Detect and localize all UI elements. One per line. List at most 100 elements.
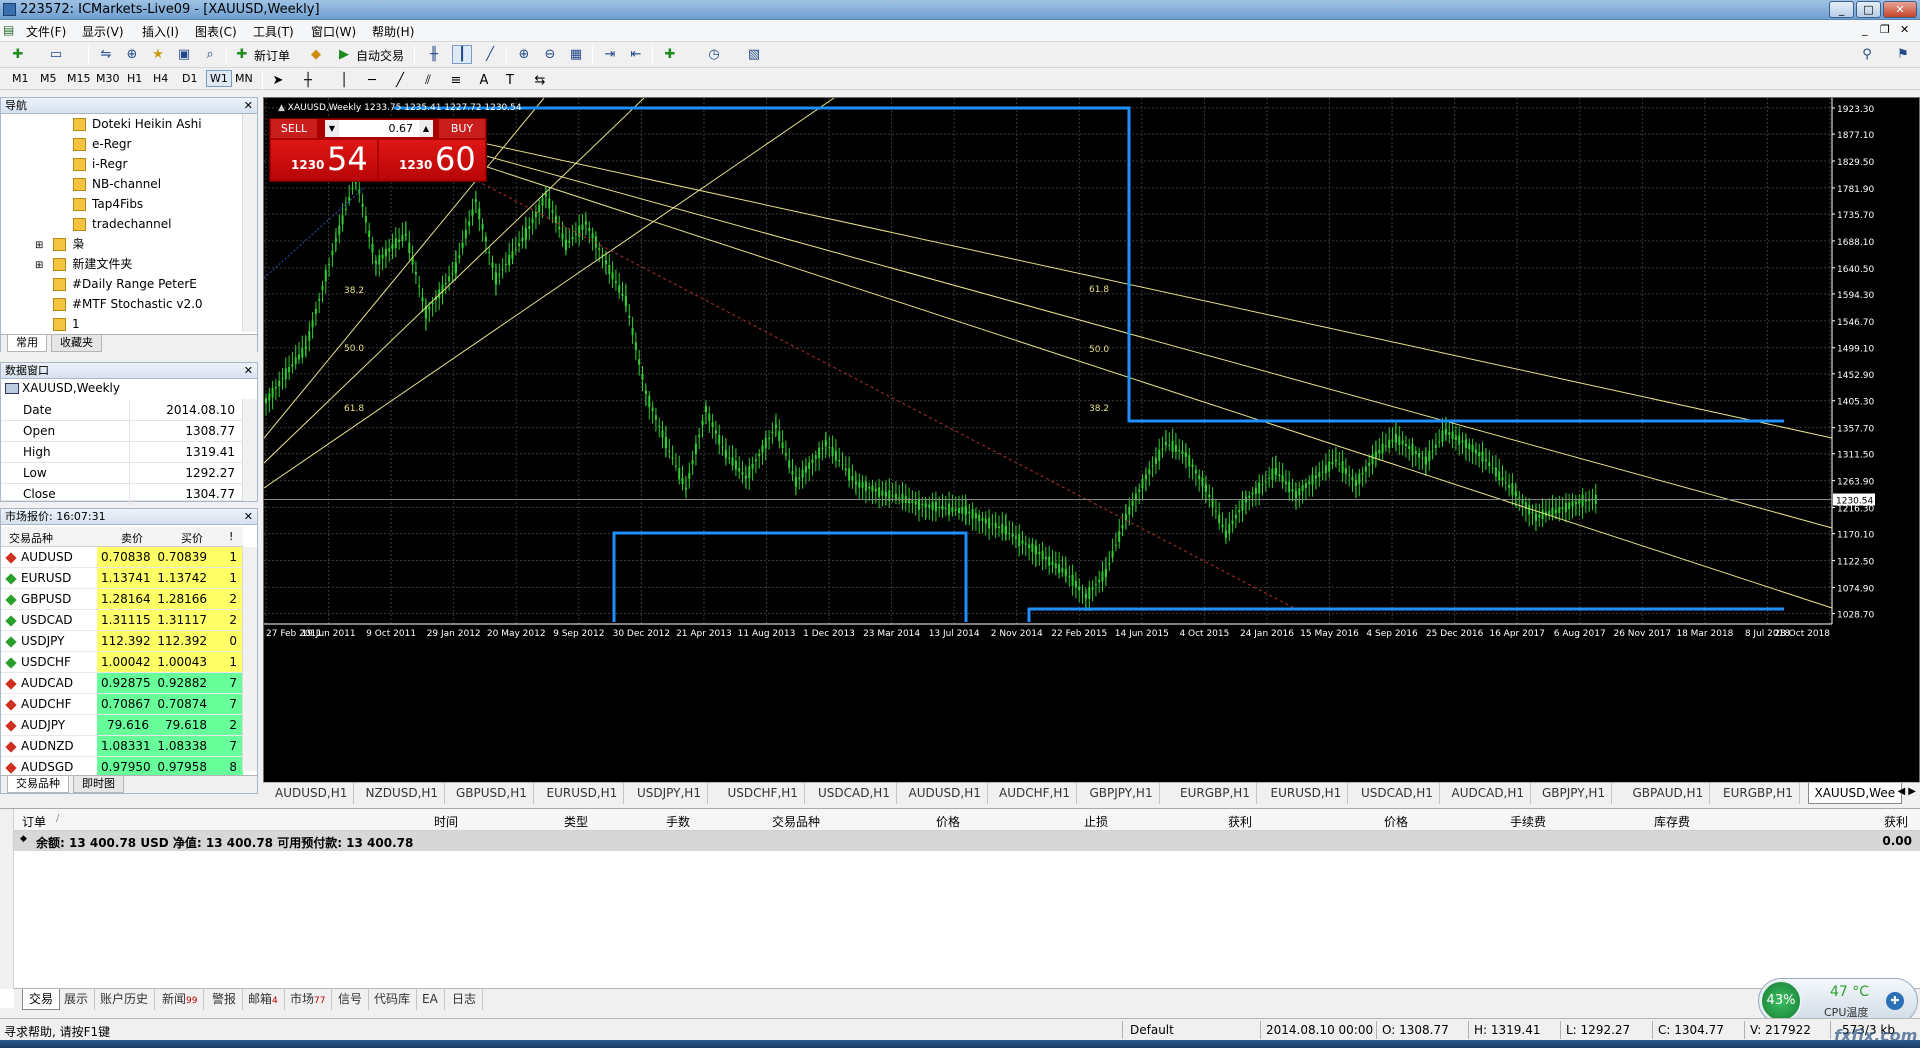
candlestick-icon[interactable]: ┃ [452,45,472,64]
chart-tab[interactable]: NZDUSD,H1 [360,783,446,804]
tf-m30[interactable]: M30 [96,72,120,85]
tab-tick-chart[interactable]: 即时图 [73,776,124,793]
new-order-icon[interactable]: ✚ [232,45,252,64]
terminal-column-header[interactable]: 库存费 [1654,813,1690,830]
nav-item[interactable]: NB-channel [73,175,161,193]
chart-tab[interactable]: GBPJPY,H1 [1536,783,1613,804]
expand-icon[interactable]: ⊞ [35,240,43,251]
sell-button[interactable]: SELL [271,119,317,138]
tile-windows-icon[interactable]: ▦ [566,45,586,64]
market-watch-row[interactable]: USDCAD 1.31115 1.31117 2 [1,610,243,631]
tf-m5[interactable]: M5 [40,72,57,85]
chart-tab[interactable]: EURUSD,H1 [541,783,625,804]
line-chart-icon[interactable]: ╱ [480,45,500,64]
market-watch-row[interactable]: USDJPY 112.392 112.392 0 [1,631,243,652]
auto-scroll-icon[interactable]: ⇥ [600,45,620,64]
terminal-icon[interactable]: ▣ [174,45,194,64]
profiles-icon[interactable]: ▭ [46,45,66,64]
market-watch-icon[interactable]: ⇋ [96,45,116,64]
equidistant-channel-icon[interactable]: ⫽ [418,71,438,90]
terminal-tab[interactable]: 警报 [206,989,244,1010]
navigator-scrollbar[interactable] [242,114,257,332]
chart-tab[interactable]: AUDCAD,H1 [1446,783,1532,804]
chart-tab[interactable]: EURGBP,H1 [1717,783,1800,804]
text-label-icon[interactable]: T [500,71,520,90]
tf-h4[interactable]: H4 [153,72,168,85]
navigator-close-icon[interactable]: ✕ [244,98,253,113]
auto-trading-button[interactable]: 自动交易 [356,47,404,64]
menu-tools[interactable]: 工具(T) [253,23,294,40]
terminal-tab[interactable]: 新闻99 [156,989,205,1010]
new-order-button[interactable]: 新订单 [254,47,290,64]
mdi-minimize-button[interactable]: _ [1862,23,1868,36]
strategy-tester-icon[interactable]: ⌕ [200,45,220,64]
sell-price-button[interactable]: 1230 54 [271,140,377,180]
col-symbol[interactable]: 交易品种 [9,530,53,546]
bar-chart-icon[interactable]: ╫ [424,45,444,64]
chart-tab[interactable]: GBPAUD,H1 [1627,783,1711,804]
terminal-column-header[interactable]: 获利 [1228,813,1252,830]
tab-favorites[interactable]: 收藏夹 [51,335,102,352]
terminal-column-header[interactable]: 获利 [1884,813,1908,830]
chart-shift-icon[interactable]: ⇤ [626,45,646,64]
lot-size-input[interactable]: 0.67 [339,120,419,137]
chart-tab[interactable]: USDCAD,H1 [812,783,897,804]
market-watch-close-icon[interactable]: ✕ [244,509,253,524]
settings-icon[interactable]: ✚ [1886,992,1904,1010]
market-watch-scrollbar[interactable] [242,547,257,771]
menu-help[interactable]: 帮助(H) [372,23,414,40]
nav-item[interactable]: i-Regr [73,155,127,173]
search-icon[interactable]: ⚲ [1857,45,1877,64]
data-window-scrollbar[interactable] [242,399,257,501]
terminal-column-header[interactable]: 价格 [1384,813,1408,830]
chart-tab[interactable]: GBPJPY,H1 [1084,783,1160,804]
nav-folder[interactable]: ⊞ 新建文件夹 [35,255,132,273]
terminal-column-header[interactable]: 订单 [22,813,46,830]
chart-tab[interactable]: AUDUSD,H1 [903,783,988,804]
menu-file[interactable]: 文件(F) [26,23,66,40]
fibonacci-icon[interactable]: ≡ [446,71,466,90]
market-watch-row[interactable]: AUDJPY 79.616 79.618 2 [1,715,243,736]
chart-tab[interactable]: XAUUSD,Wee [1807,783,1903,804]
tab-symbols[interactable]: 交易品种 [7,776,69,793]
mdi-restore-button[interactable]: ❐ [1880,23,1890,36]
cursor-icon[interactable]: ➤ [268,71,288,90]
terminal-column-header[interactable]: 交易品种 [772,813,820,830]
terminal-tab[interactable]: EA [416,989,445,1010]
tf-m15[interactable]: M15 [67,72,91,85]
nav-item[interactable]: Tap4Fibs [73,195,143,213]
zoom-out-icon[interactable]: ⊖ [540,45,560,64]
tf-w1[interactable]: W1 [206,70,232,87]
terminal-tab[interactable]: 市场77 [284,989,333,1010]
metaeditor-icon[interactable]: ◆ [306,45,326,64]
terminal-column-header[interactable]: 时间 [434,813,458,830]
menu-view[interactable]: 显示(V) [82,23,124,40]
maximize-button[interactable]: □ [1856,1,1881,18]
indicators-icon[interactable]: ✚ [660,45,680,64]
terminal-column-header[interactable]: / [56,813,59,824]
col-bid[interactable]: 卖价 [121,530,143,546]
market-watch-row[interactable]: AUDCHF 0.70867 0.70874 7 [1,694,243,715]
price-chart[interactable]: 1923.30 1877.10 1829.50 1781.90 1735.70 1688.… [264,98,1919,784]
auto-trading-icon[interactable]: ▶ [334,45,354,64]
expand-icon[interactable]: ⊞ [35,260,43,271]
market-watch-row[interactable]: AUDNZD 1.08331 1.08338 7 [1,736,243,757]
templates-icon[interactable]: ▧ [744,45,764,64]
market-watch-row[interactable]: EURUSD 1.13741 1.13742 1 [1,568,243,589]
periods-clock-icon[interactable]: ◷ [704,45,724,64]
data-window-icon[interactable]: ★ [148,45,168,64]
menu-charts[interactable]: 图表(C) [195,23,237,40]
terminal-column-header[interactable]: 类型 [564,813,588,830]
data-window-close-icon[interactable]: ✕ [244,363,253,378]
nav-item[interactable]: tradechannel [73,215,171,233]
market-watch-row[interactable]: GBPUSD 1.28164 1.28166 2 [1,589,243,610]
tf-mn[interactable]: MN [235,72,253,85]
menu-insert[interactable]: 插入(I) [142,23,179,40]
market-watch-row[interactable]: USDCHF 1.00042 1.00043 1 [1,652,243,673]
terminal-tab[interactable]: 账户历史 [94,989,156,1010]
vertical-line-icon[interactable]: │ [334,71,354,90]
minimize-button[interactable]: _ [1829,1,1854,18]
mdi-close-button[interactable]: ✕ [1900,23,1909,36]
terminal-tab[interactable]: 日志 [446,989,484,1010]
terminal-column-header[interactable]: 手数 [666,813,690,830]
